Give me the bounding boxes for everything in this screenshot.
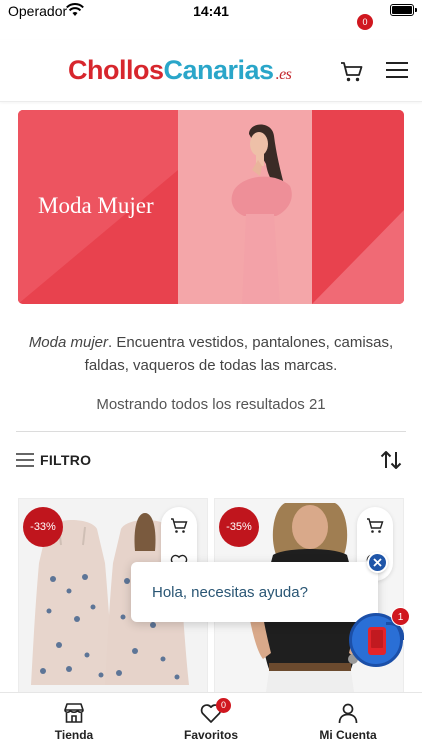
category-name: Moda mujer	[28, 334, 109, 351]
filter-icon	[16, 453, 34, 467]
category-description: Moda mujer. Encuentra vestidos, pantalon…	[24, 331, 398, 377]
discount-badge: -35%	[219, 507, 259, 547]
add-to-cart-icon[interactable]	[170, 517, 188, 535]
user-icon	[338, 703, 358, 724]
nav-label: Tienda	[54, 728, 94, 742]
add-to-cart-icon[interactable]	[366, 517, 384, 535]
battery-icon	[390, 4, 417, 16]
cart-icon	[341, 62, 363, 82]
banner-title: Moda Mujer	[38, 193, 154, 218]
results-count: Mostrando todos los resultados 21	[96, 396, 326, 413]
cart-button[interactable]	[340, 60, 366, 86]
cart-count-badge: 0	[357, 14, 373, 30]
category-banner: Moda Mujer	[18, 110, 404, 304]
nav-item-favoritos[interactable]: Favoritos	[141, 693, 281, 750]
nav-label: Favoritos	[183, 728, 238, 742]
close-icon	[373, 558, 382, 567]
filter-button[interactable]: FILTRO	[16, 450, 91, 470]
bottom-navigation: Tienda Favoritos Mi Cuenta	[0, 692, 422, 750]
filter-label: FILTRO	[40, 452, 92, 468]
menu-button[interactable]	[386, 62, 408, 80]
store-icon	[64, 703, 84, 723]
logo-part-3: .es	[275, 66, 292, 83]
model-photo	[231, 124, 292, 304]
sort-icon[interactable]	[380, 450, 402, 470]
nav-item-mi-cuenta[interactable]: Mi Cuenta	[278, 693, 418, 750]
phone-icon	[368, 627, 386, 655]
menu-icon-line	[386, 69, 408, 71]
app-header: ChollosCanarias .es	[0, 40, 422, 102]
nav-label: Mi Cuenta	[319, 728, 377, 742]
chat-greeting-bubble[interactable]: Hola, necesitas ayuda?	[131, 562, 378, 622]
chat-message: Hola, necesitas ayuda?	[152, 584, 308, 601]
site-logo[interactable]: ChollosCanarias .es	[68, 55, 292, 86]
favorites-count-badge: 0	[216, 698, 231, 713]
chat-close-button[interactable]	[367, 552, 388, 573]
category-description-text: . Encuentra vestidos, pantalones, camisa…	[84, 334, 394, 374]
divider	[16, 431, 406, 432]
logo-part-1: Chollos	[68, 55, 164, 85]
chat-unread-badge: 1	[391, 607, 410, 626]
discount-badge: -33%	[23, 507, 63, 547]
menu-icon	[386, 62, 408, 64]
nav-item-tienda[interactable]: Tienda	[4, 693, 144, 750]
logo-part-2: Canarias	[163, 55, 275, 85]
menu-icon-line	[386, 76, 408, 78]
